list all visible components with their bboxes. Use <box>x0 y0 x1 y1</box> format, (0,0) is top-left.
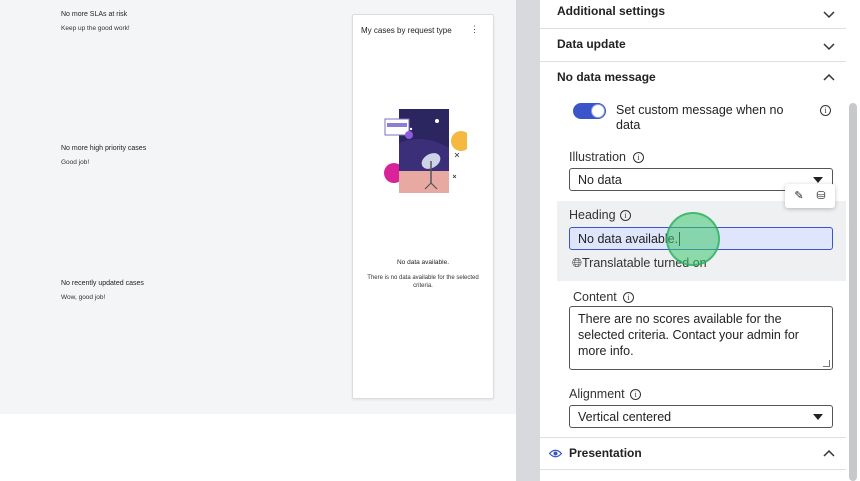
widget-title: No more SLAs at risk <box>61 11 128 18</box>
info-icon[interactable]: i <box>623 292 634 303</box>
pencil-icon[interactable]: ✎ <box>790 188 808 204</box>
field-mini-toolbar: ✎ ⛁ <box>785 184 835 208</box>
eye-icon <box>549 449 562 458</box>
database-icon[interactable]: ⛁ <box>812 188 830 204</box>
card-title: My cases by request type <box>361 26 452 35</box>
content-textarea[interactable]: There are no scores available for the se… <box>569 306 833 370</box>
card-no-data-content: There is no data available for the selec… <box>367 275 479 289</box>
kebab-menu-icon[interactable]: ⋮ <box>470 25 479 34</box>
dashboard-canvas: No more SLAs at risk Keep up the good wo… <box>0 0 516 414</box>
no-data-illustration-icon <box>384 109 467 193</box>
chevron-down-icon[interactable] <box>823 8 835 20</box>
chevron-up-icon[interactable] <box>823 72 835 84</box>
widget-high-priority[interactable]: No more high priority cases Good job! <box>61 145 146 166</box>
widget-subtitle: Good job! <box>61 159 90 166</box>
section-title: Additional settings <box>557 4 665 18</box>
caret-down-icon <box>813 177 823 183</box>
card-no-data-heading: No data available. <box>396 259 450 266</box>
info-icon[interactable]: i <box>633 152 644 163</box>
touch-indicator <box>666 212 720 266</box>
toggle-knob <box>591 104 605 118</box>
info-icon[interactable]: i <box>820 105 831 116</box>
chevron-up-icon[interactable] <box>823 448 835 460</box>
widget-subtitle: Keep up the good work! <box>61 25 130 32</box>
heading-input-value: No data available. <box>578 232 679 246</box>
info-icon[interactable]: i <box>630 389 641 400</box>
info-icon[interactable]: i <box>620 210 631 221</box>
custom-message-toggle[interactable] <box>573 103 606 119</box>
widget-title: No more high priority cases <box>61 145 147 152</box>
heading-label: Heading <box>569 208 616 222</box>
custom-message-toggle-label: Set custom message when no data <box>616 103 784 132</box>
section-title[interactable]: No data message <box>557 70 656 84</box>
section-data-update[interactable]: Data update <box>540 29 846 62</box>
alignment-select-value: Vertical centered <box>578 410 672 424</box>
illustration-label: Illustration <box>569 150 626 164</box>
widget-sla[interactable]: No more SLAs at risk Keep up the good wo… <box>61 11 130 32</box>
widget-title: No recently updated cases <box>61 280 144 287</box>
widget-subtitle: Wow, good job! <box>61 294 106 301</box>
panel-scrollbar-thumb[interactable] <box>849 103 857 481</box>
caret-down-icon <box>813 414 823 420</box>
alignment-select[interactable]: Vertical centered <box>569 405 833 428</box>
content-label: Content <box>573 290 617 304</box>
resize-handle-icon[interactable] <box>823 360 830 367</box>
section-additional-settings[interactable]: Additional settings <box>540 0 846 29</box>
section-title: Presentation <box>569 446 642 460</box>
section-presentation[interactable]: Presentation <box>540 438 846 470</box>
section-title: Data update <box>557 37 626 51</box>
panel-divider[interactable] <box>516 0 540 481</box>
content-textarea-value: There are no scores available for the se… <box>578 312 799 358</box>
cases-by-request-type-card[interactable]: My cases by request type ⋮ No data avail… <box>352 14 494 399</box>
alignment-label: Alignment <box>569 387 625 401</box>
chevron-down-icon[interactable] <box>823 40 835 52</box>
globe-icon: 🌐︎ <box>572 256 583 270</box>
illustration-select-value: No data <box>578 173 622 187</box>
widget-recently-updated[interactable]: No recently updated cases Wow, good job! <box>61 280 144 301</box>
canvas-footer-area <box>0 414 516 481</box>
